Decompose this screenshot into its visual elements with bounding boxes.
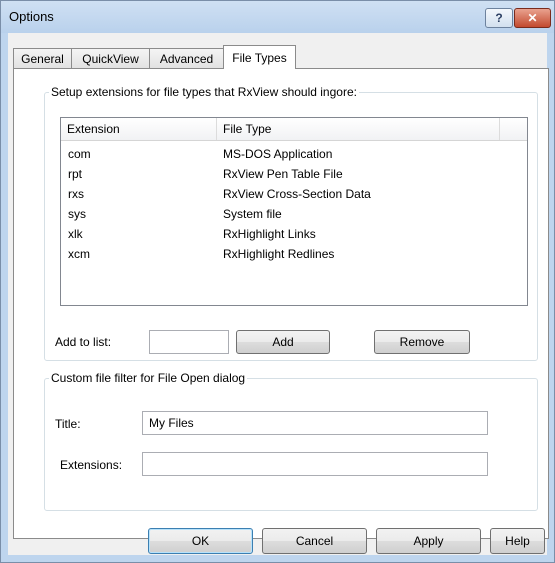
list-item-file-type: RxHighlight Links <box>223 227 316 241</box>
list-item[interactable]: xlk RxHighlight Links <box>61 224 527 244</box>
question-icon: ? <box>495 11 503 25</box>
extensions-label: Extensions: <box>60 458 123 472</box>
button-label: Help <box>505 534 530 548</box>
list-header: Extension File Type <box>61 118 527 141</box>
tab-label: File Types <box>232 50 287 65</box>
button-label: Add <box>272 335 294 349</box>
tab-advanced[interactable]: Advanced <box>149 48 224 68</box>
list-item[interactable]: com MS-DOS Application <box>61 144 527 164</box>
button-label: Cancel <box>295 534 334 548</box>
list-item-extension: rpt <box>68 167 83 181</box>
tab-file-types[interactable]: File Types <box>223 45 296 69</box>
file-types-panel: Setup extensions for file types that RxV… <box>13 68 549 539</box>
tab-label: Advanced <box>159 51 214 66</box>
add-extension-input[interactable] <box>149 330 229 354</box>
custom-filter-group: Custom file filter for File Open dialog … <box>44 371 538 511</box>
ok-button[interactable]: OK <box>148 528 253 554</box>
help-button[interactable]: Help <box>490 528 545 554</box>
dialog-client-area: General QuickView Advanced File Types Se… <box>8 33 549 555</box>
list-item-extension: com <box>68 147 91 161</box>
list-item-extension: xcm <box>68 247 90 261</box>
list-item-extension: rxs <box>68 187 84 201</box>
filter-title-input[interactable] <box>142 411 488 435</box>
close-icon: ✕ <box>527 11 538 25</box>
ignore-extensions-group: Setup extensions for file types that RxV… <box>44 85 538 361</box>
ignore-group-legend: Setup extensions for file types that RxV… <box>51 85 357 99</box>
list-item-file-type: RxView Cross-Section Data <box>223 187 371 201</box>
list-item-file-type: RxHighlight Redlines <box>223 247 335 261</box>
column-header-extension[interactable]: Extension <box>61 118 217 140</box>
button-label: Apply <box>413 534 444 548</box>
button-label: Remove <box>399 335 445 349</box>
add-to-list-label: Add to list: <box>55 335 112 349</box>
close-button[interactable]: ✕ <box>514 8 551 28</box>
list-item-file-type: System file <box>223 207 282 221</box>
title-label: Title: <box>55 417 81 431</box>
list-item[interactable]: sys System file <box>61 204 527 224</box>
list-item-extension: sys <box>68 207 86 221</box>
cancel-button[interactable]: Cancel <box>262 528 367 554</box>
list-item[interactable]: rpt RxView Pen Table File <box>61 164 527 184</box>
filter-extensions-input[interactable] <box>142 452 488 476</box>
tab-label: QuickView <box>82 51 139 66</box>
options-dialog: Options ? ✕ General QuickView Advanced F… <box>0 0 555 563</box>
column-header-filler <box>500 118 527 140</box>
tab-label: General <box>21 51 64 66</box>
column-label: File Type <box>223 122 272 136</box>
tab-quickview[interactable]: QuickView <box>71 48 150 68</box>
column-label: Extension <box>67 122 120 136</box>
list-item[interactable]: xcm RxHighlight Redlines <box>61 244 527 264</box>
list-item[interactable]: rxs RxView Cross-Section Data <box>61 184 527 204</box>
button-label: OK <box>191 534 210 548</box>
remove-button[interactable]: Remove <box>374 330 470 354</box>
column-header-file-type[interactable]: File Type <box>217 118 500 140</box>
help-title-button[interactable]: ? <box>485 8 513 28</box>
list-item-file-type: MS-DOS Application <box>223 147 333 161</box>
add-button[interactable]: Add <box>236 330 330 354</box>
list-item-file-type: RxView Pen Table File <box>223 167 343 181</box>
list-item-extension: xlk <box>68 227 83 241</box>
extensions-list[interactable]: Extension File Type com MS-DOS Applicati… <box>60 117 528 306</box>
tab-general[interactable]: General <box>13 48 72 68</box>
apply-button[interactable]: Apply <box>376 528 481 554</box>
window-title: Options <box>9 9 54 24</box>
filter-group-legend: Custom file filter for File Open dialog <box>51 371 246 385</box>
title-bar[interactable]: Options ? ✕ <box>1 1 554 33</box>
